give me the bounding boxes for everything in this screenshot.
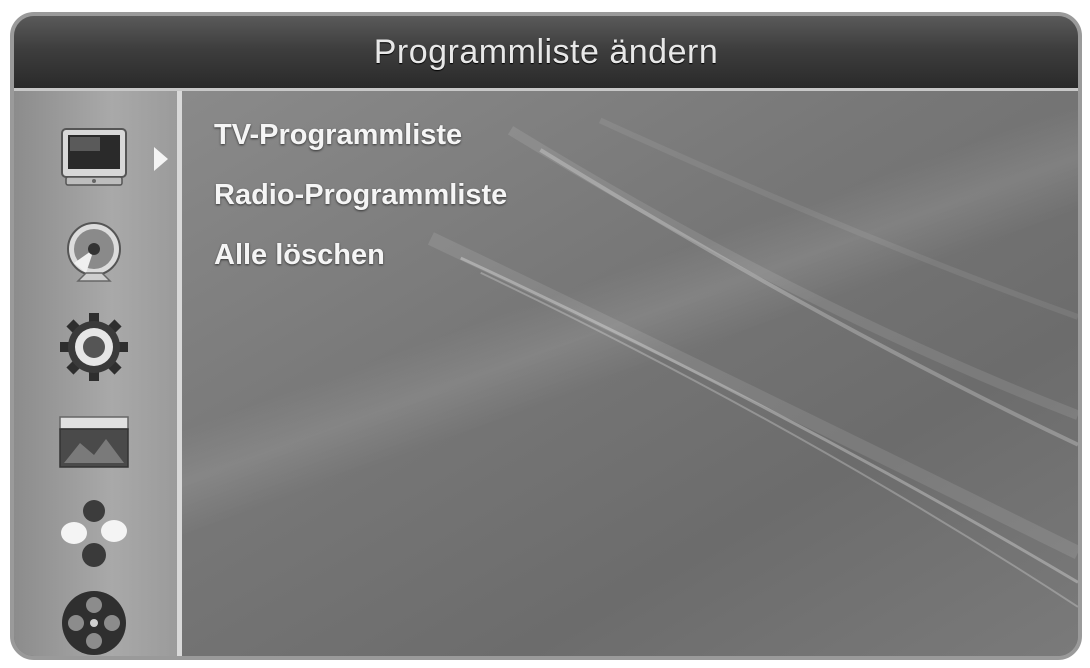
satellite-dish-icon[interactable] — [56, 215, 132, 291]
film-reel-icon[interactable] — [56, 585, 132, 656]
sidebar — [14, 91, 182, 656]
tv-icon[interactable] — [56, 119, 132, 195]
menu-item-alle-loeschen[interactable]: Alle löschen — [214, 225, 507, 285]
media-box-icon[interactable] — [56, 403, 132, 479]
gear-icon[interactable] — [56, 309, 132, 385]
content-panel: TV-Programmliste Radio-Programmliste All… — [182, 91, 1078, 656]
menu-item-tv-programmliste[interactable]: TV-Programmliste — [214, 105, 507, 165]
selection-arrow-icon — [154, 147, 168, 171]
program-list-menu: TV-Programmliste Radio-Programmliste All… — [214, 105, 507, 285]
game-balls-icon[interactable] — [56, 497, 132, 573]
menu-window: Programmliste ändern TV-Programmliste Ra… — [10, 12, 1082, 660]
menu-item-radio-programmliste[interactable]: Radio-Programmliste — [214, 165, 507, 225]
page-title: Programmliste ändern — [373, 32, 719, 71]
title-bar: Programmliste ändern — [14, 16, 1078, 91]
